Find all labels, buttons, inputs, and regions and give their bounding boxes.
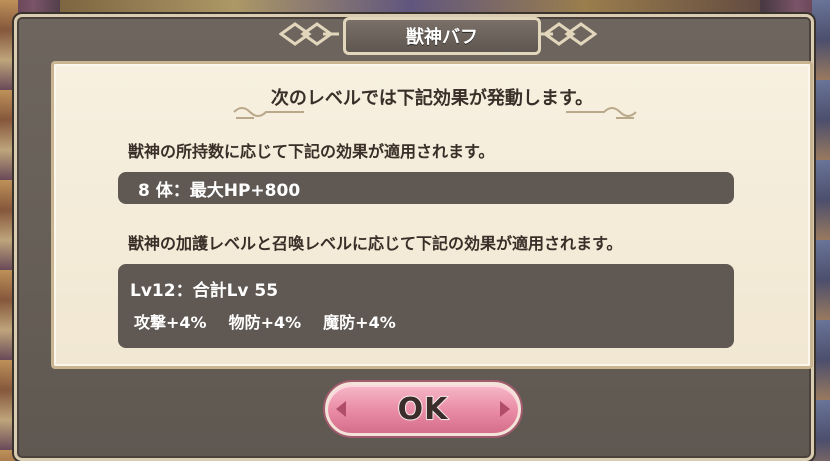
stat-magic-defense: 魔防+4% (323, 313, 396, 332)
stat-physical-defense: 物防+4% (228, 313, 302, 332)
background-scene-right (812, 0, 830, 461)
title-ornament-left-icon (279, 22, 339, 46)
effect-panel: 次のレベルでは下記効果が発動します。 獣神の所持数に応じて下記の効果が適用されま… (51, 61, 813, 369)
dialog-title: 獣神バフ (343, 17, 541, 55)
ok-button[interactable]: OK (325, 382, 521, 436)
left-arrow-icon (336, 401, 346, 417)
stat-attack: 攻撃+4% (134, 313, 207, 332)
level-total-text: Lv12：合計Lv 55 (130, 281, 279, 301)
ok-button-label: OK (397, 391, 449, 428)
right-arrow-icon (500, 401, 510, 417)
possession-effect-row: 8 体：最大HP+800 (118, 172, 734, 204)
stat-list: 攻撃+4% 物防+4% 魔防+4% (134, 309, 396, 333)
level-effect-row: Lv12：合計Lv 55 攻撃+4% 物防+4% 魔防+4% (118, 264, 734, 348)
title-ornament-right-icon (537, 22, 597, 46)
section-b-text: 獣神の加護レベルと召喚レベルに応じて下記の効果が適用されます。 (128, 234, 623, 253)
section-a-text: 獣神の所持数に応じて下記の効果が適用されます。 (128, 142, 495, 161)
heading-ornament-icon (233, 107, 637, 119)
